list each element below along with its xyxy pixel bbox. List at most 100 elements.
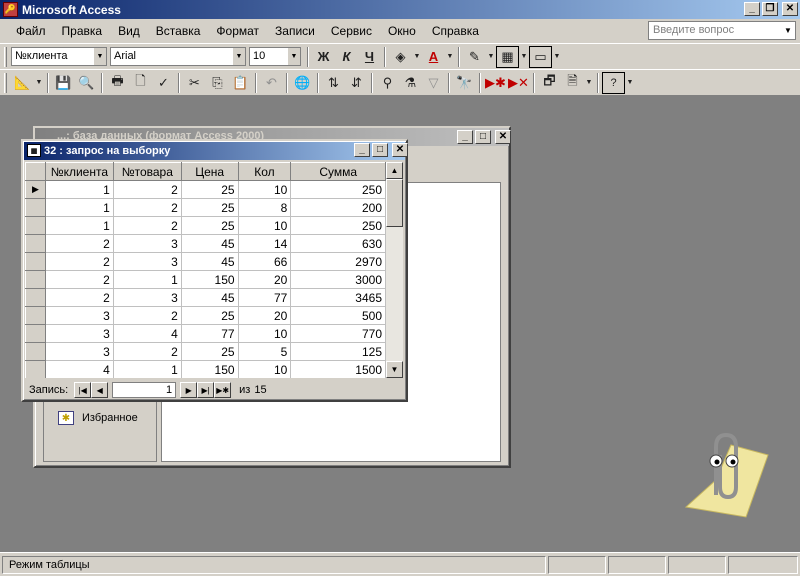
chevron-down-icon[interactable]: ▼ xyxy=(412,46,422,68)
chevron-down-icon[interactable]: ▼ xyxy=(552,46,562,68)
table-cell[interactable]: 250 xyxy=(290,180,386,199)
scroll-up-icon[interactable]: ▲ xyxy=(386,162,403,179)
table-cell[interactable]: 2 xyxy=(113,198,182,217)
menu-view[interactable]: Вид xyxy=(110,24,148,38)
record-selector[interactable] xyxy=(25,306,46,325)
table-cell[interactable]: 10 xyxy=(238,216,292,235)
toolbar-grip[interactable] xyxy=(4,46,7,67)
table-cell[interactable]: 25 xyxy=(181,180,239,199)
scroll-thumb[interactable] xyxy=(386,179,403,227)
record-selector[interactable] xyxy=(25,216,46,235)
menu-edit[interactable]: Правка xyxy=(54,24,111,38)
table-row[interactable]: 2 3 45 66 2970 xyxy=(25,252,386,271)
chevron-down-icon[interactable]: ▼ xyxy=(519,46,529,68)
table-cell[interactable]: 250 xyxy=(290,216,386,235)
table-cell[interactable]: 200 xyxy=(290,198,386,217)
table-row[interactable]: 3 4 77 10 770 xyxy=(25,324,386,343)
table-cell[interactable]: 1 xyxy=(113,270,182,289)
record-selector[interactable]: ▶ xyxy=(25,180,46,199)
find-icon[interactable]: 🔭 xyxy=(453,72,476,94)
column-header[interactable]: №клиента xyxy=(44,162,114,181)
table-row[interactable]: ▶ 1 2 25 10 250 xyxy=(25,180,386,199)
table-cell[interactable]: 3 xyxy=(45,324,114,343)
table-cell[interactable]: 77 xyxy=(238,288,292,307)
minimize-button[interactable]: _ xyxy=(457,130,473,144)
table-cell[interactable]: 25 xyxy=(181,306,239,325)
copy-icon[interactable]: ⎘ xyxy=(206,72,229,94)
table-cell[interactable]: 630 xyxy=(290,234,386,253)
menu-insert[interactable]: Вставка xyxy=(148,24,209,38)
table-cell[interactable]: 25 xyxy=(181,216,239,235)
close-button[interactable]: ✕ xyxy=(782,2,798,16)
office-assistant-paperclip-icon[interactable] xyxy=(676,425,776,520)
column-header[interactable]: Кол xyxy=(237,162,292,181)
table-cell[interactable]: 2 xyxy=(45,234,114,253)
menu-format[interactable]: Формат xyxy=(208,24,267,38)
table-cell[interactable]: 45 xyxy=(181,234,239,253)
apply-filter-icon[interactable]: ▽ xyxy=(422,72,445,94)
filter-selection-icon[interactable]: ⚲ xyxy=(376,72,399,94)
chevron-down-icon[interactable]: ▼ xyxy=(584,72,594,94)
new-record-nav-icon[interactable]: ▶✱ xyxy=(214,382,232,398)
cut-icon[interactable]: ✂ xyxy=(183,72,206,94)
filter-form-icon[interactable]: ⚗ xyxy=(399,72,422,94)
record-selector[interactable] xyxy=(25,234,46,253)
table-row[interactable]: 2 3 45 14 630 xyxy=(25,234,386,253)
sort-ascending-icon[interactable]: ⇅ xyxy=(322,72,345,94)
last-record-icon[interactable]: ▶| xyxy=(197,382,215,398)
table-cell[interactable]: 770 xyxy=(290,324,386,343)
close-button[interactable]: ✕ xyxy=(495,130,511,144)
record-selector[interactable] xyxy=(25,342,46,361)
table-cell[interactable]: 3 xyxy=(113,252,182,271)
sort-descending-icon[interactable]: ⇵ xyxy=(345,72,368,94)
save-icon[interactable]: 💾 xyxy=(52,72,75,94)
record-selector[interactable] xyxy=(25,324,46,343)
datasheet-icon[interactable]: ▦ xyxy=(27,144,41,157)
field-combo[interactable]: №клиента ▼ xyxy=(11,47,107,66)
chevron-down-icon[interactable]: ▼ xyxy=(445,46,455,68)
next-record-icon[interactable]: ▶ xyxy=(180,382,198,398)
bold-button[interactable]: Ж xyxy=(312,46,335,68)
first-record-icon[interactable]: |◀ xyxy=(74,382,92,398)
table-cell[interactable]: 3465 xyxy=(290,288,386,307)
table-row[interactable]: 3 2 25 20 500 xyxy=(25,306,386,325)
table-cell[interactable]: 4 xyxy=(45,360,114,378)
new-object-icon[interactable]: 🗎 xyxy=(561,72,584,94)
table-cell[interactable]: 1500 xyxy=(290,360,386,378)
table-cell[interactable]: 45 xyxy=(181,252,239,271)
chevron-down-icon[interactable]: ▼ xyxy=(93,48,106,65)
table-cell[interactable]: 10 xyxy=(238,324,292,343)
record-selector[interactable] xyxy=(25,252,46,271)
ask-question-box[interactable]: Введите вопрос ▼ xyxy=(648,21,796,40)
chevron-down-icon[interactable]: ▼ xyxy=(781,22,795,39)
minimize-button[interactable]: _ xyxy=(744,2,760,16)
underline-button[interactable]: Ч xyxy=(358,46,381,68)
print-preview-icon[interactable]: 🗋 xyxy=(129,72,152,94)
table-cell[interactable]: 3 xyxy=(45,306,114,325)
table-cell[interactable]: 10 xyxy=(238,360,292,378)
table-cell[interactable]: 1 xyxy=(45,180,114,199)
table-cell[interactable]: 20 xyxy=(238,306,292,325)
font-combo[interactable]: Arial ▼ xyxy=(110,47,246,66)
previous-record-icon[interactable]: ◀ xyxy=(91,382,109,398)
font-color-icon[interactable]: A xyxy=(422,46,445,68)
table-row[interactable]: 1 2 25 8 200 xyxy=(25,198,386,217)
table-cell[interactable]: 3 xyxy=(113,288,182,307)
table-cell[interactable]: 2 xyxy=(113,180,182,199)
chevron-down-icon[interactable]: ▼ xyxy=(34,72,44,94)
table-row[interactable]: 1 2 25 10 250 xyxy=(25,216,386,235)
table-cell[interactable]: 2 xyxy=(45,270,114,289)
chevron-down-icon[interactable]: ▼ xyxy=(232,48,245,65)
table-row[interactable]: 2 3 45 77 3465 xyxy=(25,288,386,307)
table-cell[interactable]: 2 xyxy=(113,342,182,361)
record-selector[interactable] xyxy=(25,360,46,378)
table-row[interactable]: 4 1 150 10 1500 xyxy=(25,360,386,378)
menu-window[interactable]: Окно xyxy=(380,24,424,38)
access-key-icon[interactable]: 🔑 xyxy=(3,2,18,17)
hyperlink-icon[interactable]: 🌐 xyxy=(291,72,314,94)
menu-records[interactable]: Записи xyxy=(267,24,323,38)
menu-tools[interactable]: Сервис xyxy=(323,24,380,38)
table-cell[interactable]: 25 xyxy=(181,342,239,361)
help-icon[interactable]: ? xyxy=(602,71,625,94)
cell-effect-icon[interactable]: ▭ xyxy=(529,45,552,68)
